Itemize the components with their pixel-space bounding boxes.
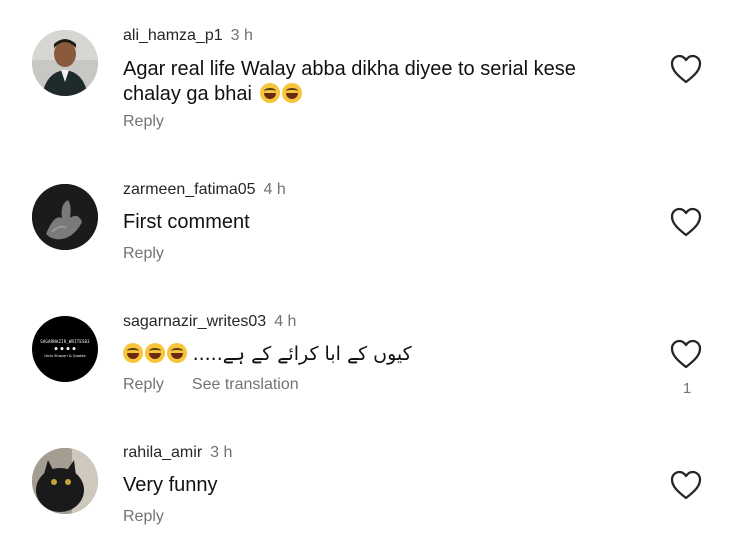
comment-actions: Reply <box>123 508 192 526</box>
see-translation-button[interactable]: See translation <box>192 376 299 393</box>
reply-button[interactable]: Reply <box>123 376 164 393</box>
heart-outline-icon[interactable] <box>669 53 703 85</box>
comment-item: SAGARNAZIR_WRITES03 ● ● ● ● Urdu Shayari… <box>0 270 740 410</box>
comment-item: rahila_amir 3 h Very funny Reply <box>0 410 740 556</box>
laughing-emoji-icon <box>145 343 165 363</box>
comment-item: zarmeen_fatima05 4 h First comment Reply <box>0 140 740 270</box>
comment-text-content: Very funny <box>123 474 218 496</box>
comment-meta: rahila_amir 3 h <box>123 444 232 462</box>
comment-item: ali_hamza_p1 3 h Agar real life Walay abb… <box>0 0 740 140</box>
laughing-emoji-icon <box>167 343 187 363</box>
comment-actions: Reply <box>123 245 192 263</box>
comment-text-content: First comment <box>123 211 250 233</box>
reply-button[interactable]: Reply <box>123 113 164 130</box>
heart-outline-icon[interactable] <box>669 338 703 370</box>
avatar-photo <box>32 448 98 514</box>
timestamp: 3 h <box>230 27 253 44</box>
timestamp: 4 h <box>263 181 286 198</box>
username[interactable]: sagarnazir_writes03 <box>123 313 266 330</box>
comment-text-content: Agar real life Walay abba dikha diyee to… <box>123 58 576 105</box>
like-count: 1 <box>682 380 692 397</box>
username[interactable]: zarmeen_fatima05 <box>123 181 256 198</box>
avatar[interactable] <box>32 30 98 96</box>
comment-text: First comment <box>123 210 623 235</box>
avatar-photo <box>32 184 98 250</box>
timestamp: 3 h <box>210 444 233 461</box>
username[interactable]: rahila_amir <box>123 444 202 461</box>
comment-meta: sagarnazir_writes03 4 h <box>123 313 296 331</box>
comment-meta: ali_hamza_p1 3 h <box>123 27 253 45</box>
comment-meta: zarmeen_fatima05 4 h <box>123 181 286 199</box>
avatar[interactable] <box>32 184 98 250</box>
reply-button[interactable]: Reply <box>123 508 164 525</box>
comment-text: Very funny <box>123 473 623 498</box>
comment-actions: Reply <box>123 113 192 131</box>
comment-text-content: کیوں کے ابا کرائے کے ہے..... <box>192 343 412 365</box>
avatar-brand-name: SAGARNAZIR_WRITES03 <box>40 339 90 344</box>
timestamp: 4 h <box>274 313 297 330</box>
reply-button[interactable]: Reply <box>123 245 164 262</box>
avatar[interactable] <box>32 448 98 514</box>
username[interactable]: ali_hamza_p1 <box>123 27 223 44</box>
avatar-brand-tagline: Urdu Shayari & Quotes <box>44 354 86 358</box>
heart-outline-icon[interactable] <box>669 469 703 501</box>
avatar[interactable]: SAGARNAZIR_WRITES03 ● ● ● ● Urdu Shayari… <box>32 316 98 382</box>
laughing-emoji-icon <box>281 83 302 103</box>
comment-actions: Reply See translation <box>123 376 327 394</box>
laughing-emoji-icon <box>123 343 143 363</box>
comment-text: کیوں کے ابا کرائے کے ہے..... <box>123 342 623 367</box>
social-icons: ● ● ● ● <box>54 346 76 352</box>
laughing-emoji-icon <box>259 83 280 103</box>
heart-outline-icon[interactable] <box>669 206 703 238</box>
comment-text: Agar real life Walay abba dikha diyee to… <box>123 57 623 107</box>
avatar-photo <box>32 30 98 96</box>
